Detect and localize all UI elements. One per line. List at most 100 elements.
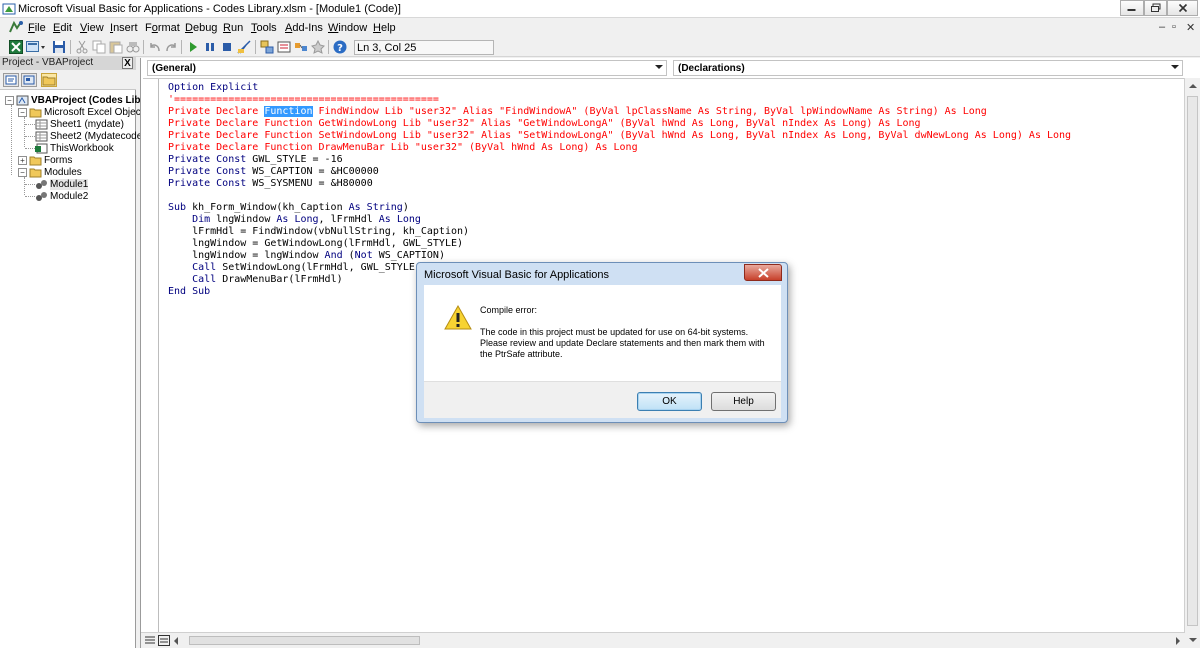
cursor-position-display: Ln 3, Col 25 [354, 40, 494, 55]
menu-debug[interactable]: Debug [185, 22, 217, 34]
code-line[interactable]: Sub kh_Form_Window(kh_Caption As String) [168, 202, 1071, 214]
dialog-close-button[interactable] [744, 264, 782, 281]
minimize-button[interactable] [1120, 0, 1144, 16]
margin-indicator-bar[interactable] [143, 79, 159, 632]
collapse-icon[interactable]: − [18, 167, 27, 177]
menu-tools[interactable]: Tools [251, 22, 277, 34]
code-line[interactable]: Private Const WS_CAPTION = &HC00000 [168, 166, 1071, 178]
svg-text:?: ? [337, 43, 343, 54]
properties-window-icon[interactable] [277, 40, 291, 54]
menu-window[interactable]: Window [328, 22, 367, 34]
mdi-minimize-icon[interactable]: ‒ [1159, 21, 1165, 33]
code-line[interactable]: Option Explicit [168, 82, 1071, 94]
view-excel-icon[interactable] [9, 40, 23, 54]
object-dropdown[interactable]: (General) [147, 60, 667, 76]
toolbox-icon[interactable] [311, 40, 325, 54]
tree-item-thisworkbook[interactable]: ThisWorkbook [35, 142, 114, 154]
design-mode-icon[interactable] [237, 40, 251, 54]
menu-add-ins[interactable]: Add-Ins [285, 22, 323, 34]
code-token: As Long [276, 214, 319, 225]
menu-run[interactable]: Run [223, 22, 243, 34]
undo-icon[interactable] [148, 40, 162, 54]
code-line[interactable]: lngWindow = GetWindowLong(lFrmHdl, GWL_S… [168, 238, 1071, 250]
horizontal-scrollbar[interactable] [141, 632, 1185, 648]
restore-button[interactable] [1144, 0, 1167, 16]
tree-label: Module1 [50, 178, 89, 190]
tree-item-module2[interactable]: Module2 [35, 190, 88, 202]
menu-format[interactable]: Format [145, 22, 180, 34]
close-window-button[interactable] [1167, 0, 1198, 16]
mdi-restore-icon[interactable]: ▫ [1172, 21, 1176, 33]
copy-icon[interactable] [92, 40, 106, 54]
save-icon[interactable] [52, 40, 66, 54]
find-icon[interactable] [126, 40, 140, 54]
code-line[interactable] [168, 190, 1071, 202]
code-token: Private Const [168, 166, 247, 177]
code-line[interactable]: Private Const WS_SYSMENU = &H80000 [168, 178, 1071, 190]
code-line[interactable]: Private Declare Function FindWindow Lib … [168, 106, 1071, 118]
object-browser-icon[interactable] [294, 40, 308, 54]
insert-userform-icon[interactable] [26, 40, 46, 54]
code-line[interactable]: Private Declare Function SetWindowLong L… [168, 130, 1071, 142]
break-icon[interactable] [203, 40, 217, 54]
collapse-icon[interactable]: − [5, 95, 14, 105]
tree-item-forms[interactable]: + Forms [18, 154, 72, 166]
procedure-dropdown-value: (Declarations) [678, 63, 745, 74]
dialog-title: Microsoft Visual Basic for Applications [424, 269, 610, 281]
vertical-scrollbar[interactable] [1184, 78, 1200, 648]
menu-help[interactable]: Help [373, 22, 396, 34]
code-line[interactable]: Private Declare Function GetWindowLong L… [168, 118, 1071, 130]
scroll-up-icon[interactable] [1189, 83, 1197, 89]
procedure-dropdown[interactable]: (Declarations) [673, 60, 1183, 76]
redo-icon[interactable] [164, 40, 178, 54]
code-line[interactable]: Private Const GWL_STYLE = -16 [168, 154, 1071, 166]
mdi-close-icon[interactable]: ✕ [1186, 21, 1195, 34]
scroll-left-icon[interactable] [173, 637, 179, 645]
scroll-right-icon[interactable] [1175, 637, 1181, 645]
view-object-button[interactable] [21, 73, 37, 87]
menu-file[interactable]: File [28, 22, 46, 34]
reset-icon[interactable] [220, 40, 234, 54]
menu-view[interactable]: View [80, 22, 104, 34]
help-button[interactable]: Help [711, 392, 776, 411]
paste-icon[interactable] [109, 40, 123, 54]
vba-icon[interactable] [8, 20, 24, 34]
tree-item-sheet1[interactable]: Sheet1 (mydate) [35, 118, 124, 130]
code-line[interactable]: Private Declare Function DrawMenuBar Lib… [168, 142, 1071, 154]
code-line[interactable]: '=======================================… [168, 94, 1071, 106]
code-line[interactable]: lFrmHdl = FindWindow(vbNullString, kh_Ca… [168, 226, 1071, 238]
full-module-view-icon[interactable] [158, 635, 170, 646]
project-panel-close-button[interactable]: X [122, 57, 133, 69]
menu-insert[interactable]: Insert [110, 22, 138, 34]
run-icon[interactable] [186, 40, 200, 54]
code-token: WS_CAPTION) [372, 250, 445, 261]
code-token: '=======================================… [168, 94, 439, 105]
view-code-button[interactable] [3, 73, 19, 87]
toggle-folders-button[interactable] [41, 73, 57, 87]
procedure-view-icon[interactable] [144, 635, 156, 646]
scroll-down-icon[interactable] [1189, 637, 1197, 643]
project-explorer-icon[interactable] [260, 40, 274, 54]
dialog-message: The code in this project must be updated… [480, 327, 765, 359]
tree-item-module1[interactable]: Module1 [35, 178, 89, 190]
collapse-icon[interactable]: − [18, 107, 27, 117]
minimize-icon [1127, 9, 1136, 11]
horizontal-scroll-thumb[interactable] [189, 636, 420, 645]
code-token: WS_SYSMENU = &H80000 [246, 178, 373, 189]
code-line[interactable]: lngWindow = lngWindow And (Not WS_CAPTIO… [168, 250, 1071, 262]
cut-icon[interactable] [75, 40, 89, 54]
folder-open-icon [29, 168, 42, 177]
tree-item-modules[interactable]: − Modules [18, 166, 82, 178]
compile-error-dialog: Microsoft Visual Basic for Applications … [416, 262, 788, 423]
tree-item-excel-objects[interactable]: − Microsoft Excel Objects [18, 106, 148, 118]
help-icon[interactable]: ? [333, 40, 347, 54]
expand-icon[interactable]: + [18, 155, 27, 165]
ok-button[interactable]: OK [637, 392, 702, 411]
code-token: Private Const [168, 178, 247, 189]
menu-edit[interactable]: Edit [53, 22, 72, 34]
code-line[interactable]: Dim lngWindow As Long, lFrmHdl As Long [168, 214, 1071, 226]
tree-item-sheet2[interactable]: Sheet2 (Mydatecode [35, 130, 142, 142]
code-token: Call [192, 262, 217, 273]
tree-item-vbaproject[interactable]: − VBAProject (Codes Libra [5, 94, 150, 106]
vertical-scroll-thumb[interactable] [1187, 96, 1198, 626]
